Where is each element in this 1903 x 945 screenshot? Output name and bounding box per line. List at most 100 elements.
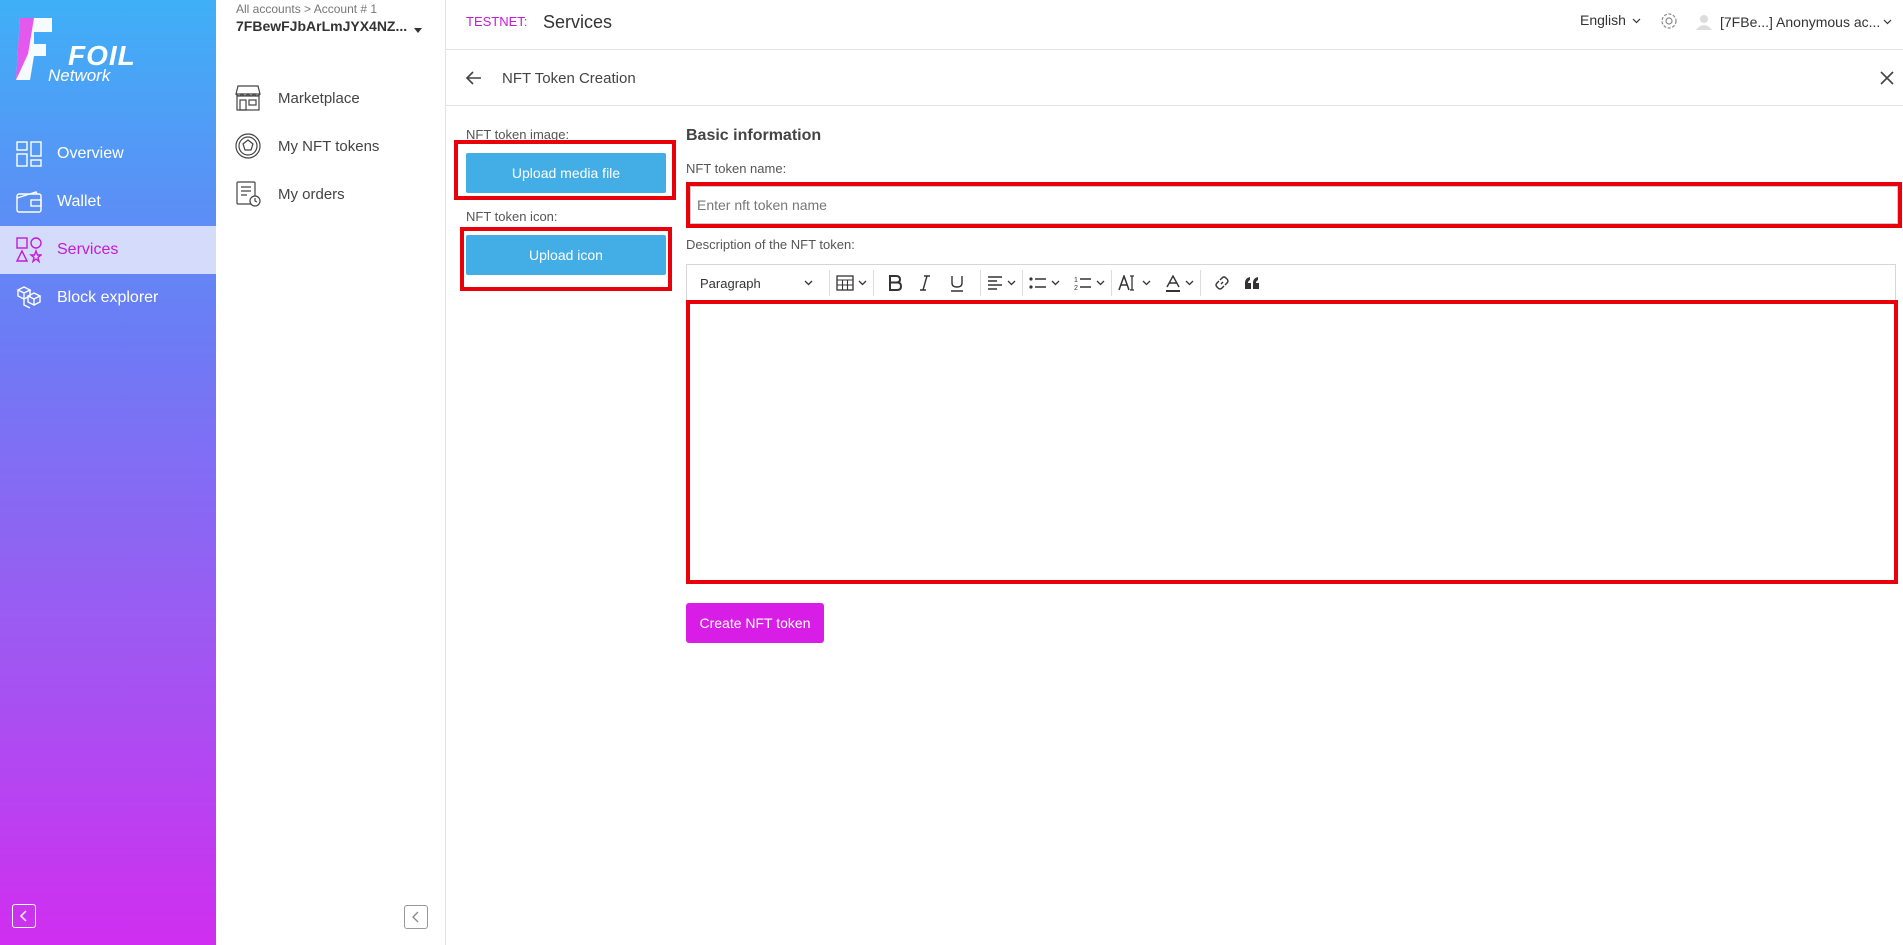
- overview-icon: [15, 140, 43, 168]
- font-size-icon: [1118, 275, 1134, 291]
- toolbar-separator: [1111, 270, 1112, 296]
- page-title: NFT Token Creation: [502, 70, 636, 87]
- chevron-down-icon: [1096, 280, 1105, 286]
- top-header: TESTNET: Services English [7FBe...] Anon…: [446, 0, 1903, 50]
- rail-item-label: Wallet: [57, 193, 101, 210]
- sidebar-collapse-button[interactable]: [404, 905, 428, 929]
- link-icon: [1215, 276, 1229, 290]
- bulleted-list-icon: [1029, 277, 1046, 289]
- rail-nav: Overview Wallet Services Block explorer: [0, 130, 216, 322]
- table-button[interactable]: [836, 264, 867, 302]
- close-icon: [1880, 71, 1894, 85]
- basic-info-title: Basic information: [686, 127, 822, 144]
- toolbar-separator: [980, 270, 981, 296]
- back-button[interactable]: [464, 68, 484, 88]
- underline-button[interactable]: [940, 264, 974, 302]
- italic-button[interactable]: [910, 264, 940, 302]
- services-icon: [15, 236, 43, 264]
- chevron-down-icon: [1883, 19, 1892, 25]
- chevron-down-icon: [1007, 280, 1016, 286]
- close-button[interactable]: [1877, 68, 1897, 88]
- chevron-down-icon: [1632, 18, 1641, 24]
- create-nft-button[interactable]: Create NFT token: [686, 603, 824, 643]
- name-label: NFT token name:: [686, 161, 787, 176]
- alignment-button[interactable]: [987, 264, 1016, 302]
- wallet-icon: [15, 188, 43, 216]
- rail-item-label: Overview: [57, 145, 124, 162]
- sidebar-item-label: My orders: [278, 185, 345, 203]
- orders-icon: [234, 180, 262, 208]
- align-left-icon: [988, 276, 1002, 290]
- account-id: 7FBewFJbArLmJYX4NZ...: [236, 18, 408, 34]
- description-label: Description of the NFT token:: [686, 237, 855, 252]
- bold-button[interactable]: [880, 264, 910, 302]
- chevron-left-icon: [412, 911, 419, 923]
- chevron-down-icon: [1185, 280, 1194, 286]
- arrow-left-icon: [465, 71, 481, 85]
- italic-icon: [920, 275, 930, 291]
- toolbar-separator: [829, 270, 830, 296]
- chevron-left-icon: [19, 910, 27, 922]
- svg-text:2: 2: [1074, 285, 1078, 291]
- rail-item-services[interactable]: Services: [0, 226, 216, 274]
- chevron-down-icon: [1051, 280, 1060, 286]
- paragraph-select[interactable]: Paragraph: [687, 264, 823, 302]
- rail-collapse-button[interactable]: [12, 904, 36, 928]
- upload-icon-button[interactable]: Upload icon: [466, 235, 666, 275]
- sidebar-item-label: My NFT tokens: [278, 137, 380, 155]
- bulleted-list-button[interactable]: [1029, 264, 1060, 302]
- sidebar-item-marketplace[interactable]: Marketplace: [234, 74, 434, 122]
- network-label: TESTNET:: [466, 14, 528, 29]
- font-size-button[interactable]: [1118, 264, 1151, 302]
- sidebar-item-my-nft-tokens[interactable]: My NFT tokens: [234, 122, 434, 170]
- table-icon: [836, 275, 854, 291]
- font-color-button[interactable]: [1165, 264, 1194, 302]
- rail-item-label: Block explorer: [57, 289, 159, 306]
- blocks-icon: [15, 284, 43, 312]
- gear-icon: [1661, 13, 1677, 29]
- description-editor[interactable]: [690, 304, 1890, 580]
- user-menu[interactable]: [7FBe...] Anonymous ac...: [1694, 12, 1892, 32]
- token-icon: [234, 132, 262, 160]
- chevron-down-icon: [804, 280, 813, 286]
- rail-item-label: Services: [57, 241, 119, 258]
- brand-logo[interactable]: FOIL Network: [14, 14, 135, 86]
- language-selector[interactable]: English: [1580, 12, 1641, 28]
- upload-media-button[interactable]: Upload media file: [466, 153, 666, 193]
- toolbar-separator: [873, 270, 874, 296]
- sidebar-item-my-orders[interactable]: My orders: [234, 170, 434, 218]
- svg-text:1: 1: [1074, 277, 1078, 284]
- user-label: [7FBe...] Anonymous ac...: [1720, 14, 1881, 30]
- app: FOIL Network Overview Wallet Services Bl…: [0, 0, 1903, 945]
- sidebar-item-label: Marketplace: [278, 89, 360, 107]
- icon-label: NFT token icon:: [466, 209, 558, 224]
- link-button[interactable]: [1207, 264, 1237, 302]
- underline-icon: [951, 275, 963, 292]
- account-selector[interactable]: All accounts > Account # 1 7FBewFJbArLmJ…: [236, 2, 436, 34]
- blockquote-button[interactable]: [1237, 264, 1267, 302]
- services-sidebar: All accounts > Account # 1 7FBewFJbArLmJ…: [216, 0, 446, 945]
- numbered-list-button[interactable]: 12: [1074, 264, 1105, 302]
- toolbar-separator: [1022, 270, 1023, 296]
- user-avatar-icon: [1694, 12, 1714, 32]
- paragraph-label: Paragraph: [700, 275, 761, 291]
- quote-icon: [1245, 277, 1259, 289]
- editor-toolbar: Paragraph 12: [686, 264, 1896, 302]
- rail-item-overview[interactable]: Overview: [0, 130, 216, 178]
- logo-word-network: Network: [48, 66, 111, 85]
- services-nav: Marketplace My NFT tokens My orders: [234, 74, 434, 218]
- language-label: English: [1580, 12, 1626, 28]
- toolbar-separator: [1200, 270, 1201, 296]
- caret-down-icon: [414, 28, 422, 33]
- chevron-down-icon: [858, 280, 867, 286]
- numbered-list-icon: 12: [1074, 277, 1091, 291]
- store-icon: [234, 84, 262, 112]
- page-header: NFT Token Creation: [446, 52, 1903, 106]
- rail-item-wallet[interactable]: Wallet: [0, 178, 216, 226]
- rail-item-block-explorer[interactable]: Block explorer: [0, 274, 216, 322]
- settings-button[interactable]: [1660, 12, 1678, 30]
- font-color-icon: [1166, 274, 1180, 292]
- section-title: Services: [543, 12, 613, 32]
- nft-name-input[interactable]: [690, 186, 1898, 224]
- bold-icon: [889, 275, 902, 291]
